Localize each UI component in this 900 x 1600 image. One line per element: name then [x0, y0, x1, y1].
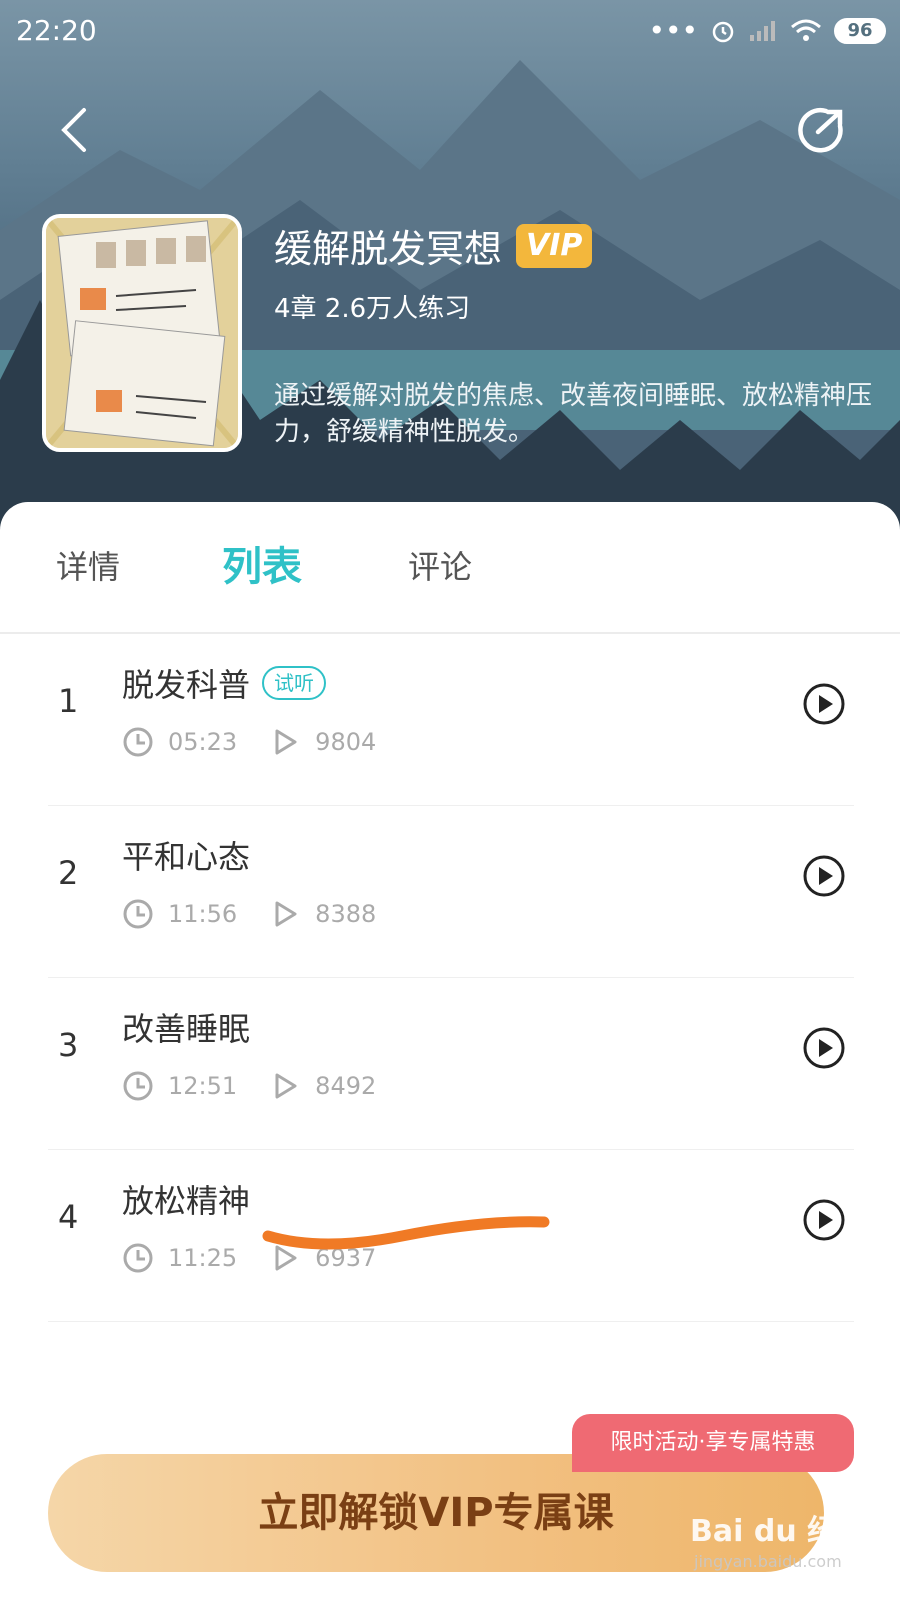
clock-icon — [123, 727, 153, 757]
chapter-row-3[interactable]: 3 改善睡眠 12:51 8492 — [48, 978, 854, 1150]
chapter-meta: 12:51 8492 — [122, 1070, 408, 1102]
vip-badge: VIP — [516, 223, 593, 268]
chapter-row-4[interactable]: 4 放松精神 11:25 6937 — [48, 1150, 854, 1322]
baidu-watermark-url: jingyan.baidu.com — [694, 1552, 842, 1571]
play-count-icon — [275, 901, 297, 927]
chapter-plays: 8492 — [315, 1072, 377, 1100]
chapter-title: 放松精神 — [122, 1176, 250, 1222]
chapter-title: 平和心态 — [122, 832, 250, 878]
clock-icon — [123, 1243, 153, 1273]
chapter-number: 2 — [58, 854, 79, 892]
chapter-plays: 8388 — [315, 900, 377, 928]
share-icon[interactable] — [796, 104, 848, 156]
chapter-number: 3 — [58, 1026, 79, 1064]
chapter-duration: 11:56 — [168, 900, 238, 928]
tab-list[interactable]: 列表 — [222, 534, 302, 592]
chapter-title-text: 放松精神 — [122, 1182, 251, 1220]
chapter-number: 1 — [58, 682, 79, 720]
chapter-row-2[interactable]: 2 平和心态 11:56 8388 — [48, 806, 854, 978]
clock-icon — [123, 899, 153, 929]
signal-icon — [750, 20, 775, 41]
chapter-meta: 11:56 8388 — [122, 898, 408, 930]
highlight-annotation-stroke — [262, 1216, 550, 1250]
tab-comments[interactable]: 评论 — [408, 542, 472, 588]
chapter-title-text: 改善睡眠 — [122, 1010, 251, 1048]
tab-bar: 详情 列表 评论 — [0, 502, 900, 634]
course-meta: 4章 2.6万人练习 — [274, 294, 471, 324]
baidu-watermark-logo: Bai du 经验 — [690, 1514, 868, 1549]
alarm-icon — [712, 21, 734, 42]
play-count-icon — [275, 729, 297, 755]
status-icons: ••• 96 — [648, 14, 886, 47]
course-description: 通过缓解对脱发的焦虑、改善夜间睡眠、放松精神压力，舒缓精神性脱发。 — [274, 381, 873, 447]
back-arrow-icon[interactable] — [52, 104, 96, 156]
trial-badge: 试听 — [262, 666, 327, 700]
play-button-icon[interactable] — [802, 682, 846, 726]
chapter-duration: 05:23 — [168, 728, 238, 756]
status-bar: 22:20 ••• 96 — [0, 0, 900, 62]
chapter-row-1[interactable]: 1 脱发科普 试听 05:23 9804 — [48, 634, 854, 806]
course-title-text: 缓解脱发冥想 — [274, 227, 503, 271]
chapter-title: 脱发科普 试听 — [122, 660, 327, 706]
battery-icon: 96 — [834, 17, 886, 44]
chapter-title-text: 脱发科普 — [122, 666, 251, 704]
tab-details[interactable]: 详情 — [56, 542, 120, 588]
play-button-icon[interactable] — [802, 1198, 846, 1242]
more-dots-icon: ••• — [648, 14, 698, 47]
chapter-duration: 11:25 — [168, 1244, 238, 1272]
chapter-title-text: 平和心态 — [122, 838, 251, 876]
course-cover-image — [42, 214, 242, 452]
wifi-icon — [791, 19, 821, 41]
play-count-icon — [275, 1073, 297, 1099]
chapter-number: 4 — [58, 1198, 79, 1236]
chapter-plays: 9804 — [315, 728, 377, 756]
chapter-meta: 05:23 9804 — [122, 726, 408, 758]
chapter-title: 改善睡眠 — [122, 1004, 250, 1050]
play-button-icon[interactable] — [802, 1026, 846, 1070]
status-time: 22:20 — [16, 14, 97, 47]
course-title: 缓解脱发冥想 VIP — [274, 218, 593, 273]
play-button-icon[interactable] — [802, 854, 846, 898]
chapter-duration: 12:51 — [168, 1072, 238, 1100]
promo-tag: 限时活动·享专属特惠 — [572, 1414, 854, 1472]
clock-icon — [123, 1071, 153, 1101]
course-header: 22:20 ••• 96 缓解脱发冥想 VIP 4章 2.6万人练习 通过缓解对… — [0, 0, 900, 540]
